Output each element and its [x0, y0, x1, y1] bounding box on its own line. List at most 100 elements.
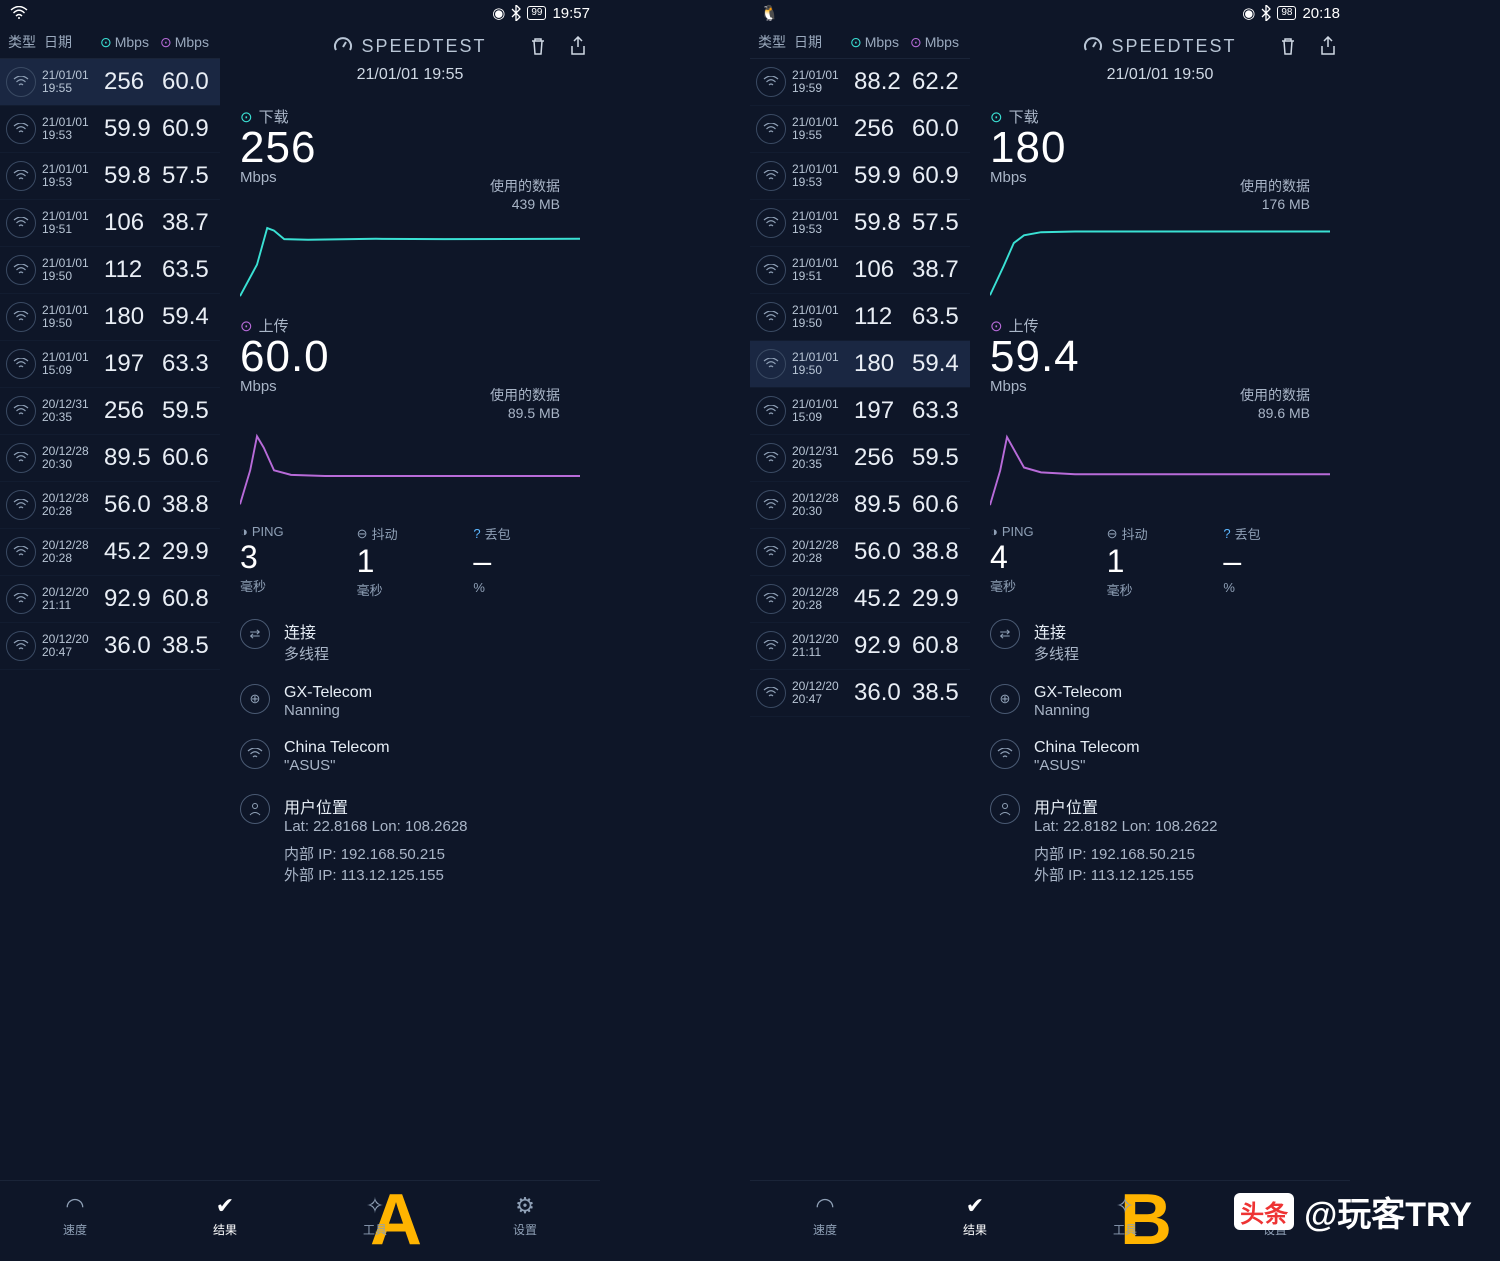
history-row[interactable]: 21/01/0119:5525660.0: [750, 106, 970, 153]
row-download: 89.5: [854, 491, 906, 519]
row-date: 20/12/2820:30: [792, 492, 848, 518]
history-row[interactable]: 20/12/2820:2856.038.8: [750, 529, 970, 576]
share-icon[interactable]: [1318, 36, 1338, 56]
history-row[interactable]: 21/01/0119:5359.960.9: [0, 106, 220, 153]
location-info[interactable]: 用户位置 Lat: 22.8168 Lon: 108.2628 内部 IP: 1…: [240, 784, 580, 895]
history-row[interactable]: 21/01/0119:5988.262.2: [750, 59, 970, 106]
delete-icon[interactable]: [1278, 36, 1298, 56]
history-row[interactable]: 21/01/0119:5018059.4: [0, 294, 220, 341]
wifi-icon: [6, 584, 36, 614]
row-download: 92.9: [854, 632, 906, 660]
history-row[interactable]: 20/12/2820:3089.560.6: [750, 482, 970, 529]
history-row[interactable]: 21/01/0119:5525660.0: [0, 59, 220, 106]
wifi-signal-icon: [10, 6, 28, 20]
history-header: 类型 日期 ⊙Mbps ⊙Mbps: [0, 26, 220, 59]
history-row[interactable]: 21/01/0119:5359.857.5: [0, 153, 220, 200]
history-row[interactable]: 20/12/2020:4736.038.5: [0, 623, 220, 670]
row-download: 106: [104, 209, 156, 237]
connection-info[interactable]: ⇄ 连接多线程: [990, 609, 1330, 674]
download-chart: [240, 216, 580, 301]
history-row[interactable]: 21/01/0119:5110638.7: [0, 200, 220, 247]
statusbar: ◉ 99 19:57: [0, 0, 600, 26]
row-download: 112: [854, 303, 906, 331]
history-row[interactable]: 20/12/2820:2845.229.9: [750, 576, 970, 623]
history-row[interactable]: 21/01/0115:0919763.3: [750, 388, 970, 435]
row-upload: 59.4: [912, 350, 964, 378]
location-info[interactable]: 用户位置 Lat: 22.8182 Lon: 108.2622 内部 IP: 1…: [990, 784, 1330, 895]
row-download: 256: [104, 397, 156, 425]
speedtest-logo-icon: [333, 36, 353, 56]
row-date: 21/01/0119:51: [792, 257, 848, 283]
row-upload: 29.9: [162, 538, 214, 566]
history-row[interactable]: 20/12/2021:1192.960.8: [750, 623, 970, 670]
history-row[interactable]: 21/01/0119:5359.857.5: [750, 200, 970, 247]
isp-info[interactable]: China Telecom"ASUS": [990, 729, 1330, 784]
history-list-A[interactable]: 类型 日期 ⊙Mbps ⊙Mbps 21/01/0119:5525660.021…: [0, 26, 220, 1141]
battery-level: 98: [1277, 6, 1296, 20]
history-row[interactable]: 20/12/2820:3089.560.6: [0, 435, 220, 482]
row-date: 20/12/2820:28: [42, 539, 98, 565]
row-upload: 63.5: [162, 256, 214, 284]
nav-settings[interactable]: ⚙设置: [450, 1181, 600, 1250]
nav-results[interactable]: ✔结果: [900, 1181, 1050, 1250]
latlon: Lat: 22.8182 Lon: 108.2622: [1034, 818, 1218, 835]
server-info[interactable]: ⊕ GX-TelecomNanning: [240, 674, 580, 729]
internal-ip: 192.168.50.215: [1091, 846, 1195, 863]
history-row[interactable]: 21/01/0119:5359.960.9: [750, 153, 970, 200]
history-row[interactable]: 20/12/3120:3525659.5: [0, 388, 220, 435]
row-download: 256: [104, 68, 156, 96]
history-row[interactable]: 21/01/0119:5011263.5: [750, 294, 970, 341]
row-download: 180: [854, 350, 906, 378]
row-download: 256: [854, 444, 906, 472]
checkmark-circle-icon: ✔: [966, 1193, 984, 1219]
history-rows-A: 21/01/0119:5525660.021/01/0119:5359.960.…: [0, 59, 220, 670]
gear-icon: ⚙: [515, 1193, 535, 1219]
row-download: 56.0: [104, 491, 156, 519]
nav-speed[interactable]: ◠速度: [0, 1181, 150, 1250]
download-value: 180: [990, 123, 1330, 173]
history-list-B[interactable]: 类型 日期 ⊙Mbps ⊙Mbps 21/01/0119:5988.262.22…: [750, 26, 970, 1141]
history-row[interactable]: 21/01/0119:5018059.4: [750, 341, 970, 388]
wifi-icon: [6, 396, 36, 426]
download-chart: [990, 216, 1330, 301]
row-download: 89.5: [104, 444, 156, 472]
globe-icon: ⊕: [240, 684, 270, 714]
history-row[interactable]: 20/12/2021:1192.960.8: [0, 576, 220, 623]
history-row[interactable]: 20/12/3120:3525659.5: [750, 435, 970, 482]
delete-icon[interactable]: [528, 36, 548, 56]
server-info[interactable]: ⊕ GX-TelecomNanning: [990, 674, 1330, 729]
history-row[interactable]: 20/12/2820:2856.038.8: [0, 482, 220, 529]
download-value: 256: [240, 123, 580, 173]
history-row[interactable]: 21/01/0119:5011263.5: [0, 247, 220, 294]
row-upload: 57.5: [912, 209, 964, 237]
row-date: 20/12/3120:35: [42, 398, 98, 424]
history-row[interactable]: 21/01/0115:0919763.3: [0, 341, 220, 388]
wifi-icon: [756, 443, 786, 473]
screenshot-B: 🐧 ◉ 98 20:18 类型 日期 ⊙Mbps ⊙Mbps 21/01/011…: [750, 0, 1500, 1250]
nav-speed[interactable]: ◠速度: [750, 1181, 900, 1250]
row-upload: 60.9: [162, 115, 214, 143]
nav-tools[interactable]: ✧工具: [300, 1181, 450, 1250]
isp-info[interactable]: China Telecom"ASUS": [240, 729, 580, 784]
connection-info[interactable]: ⇄ 连接多线程: [240, 609, 580, 674]
history-row[interactable]: 21/01/0119:5110638.7: [750, 247, 970, 294]
row-date: 20/12/3120:35: [792, 445, 848, 471]
history-row[interactable]: 20/12/2820:2845.229.9: [0, 529, 220, 576]
row-date: 20/12/2020:47: [792, 680, 848, 706]
download-section: ⊙ 下载 256 Mbps 使用的数据 439 MB: [220, 96, 600, 305]
row-download: 59.9: [854, 162, 906, 190]
history-row[interactable]: 20/12/2020:4736.038.5: [750, 670, 970, 717]
row-date: 21/01/0115:09: [792, 398, 848, 424]
row-date: 20/12/2021:11: [792, 633, 848, 659]
nav-results[interactable]: ✔结果: [150, 1181, 300, 1250]
nav-tools[interactable]: ✧工具: [1050, 1181, 1200, 1250]
penguin-icon: 🐧: [760, 4, 779, 22]
row-upload: 60.8: [912, 632, 964, 660]
wifi-icon: [756, 255, 786, 285]
gauge-icon: ◠: [65, 1193, 84, 1219]
share-icon[interactable]: [568, 36, 588, 56]
jitter-value: 1: [357, 543, 464, 580]
jitter-value: 1: [1107, 543, 1214, 580]
row-date: 21/01/0119:53: [792, 163, 848, 189]
internal-ip: 192.168.50.215: [341, 846, 445, 863]
